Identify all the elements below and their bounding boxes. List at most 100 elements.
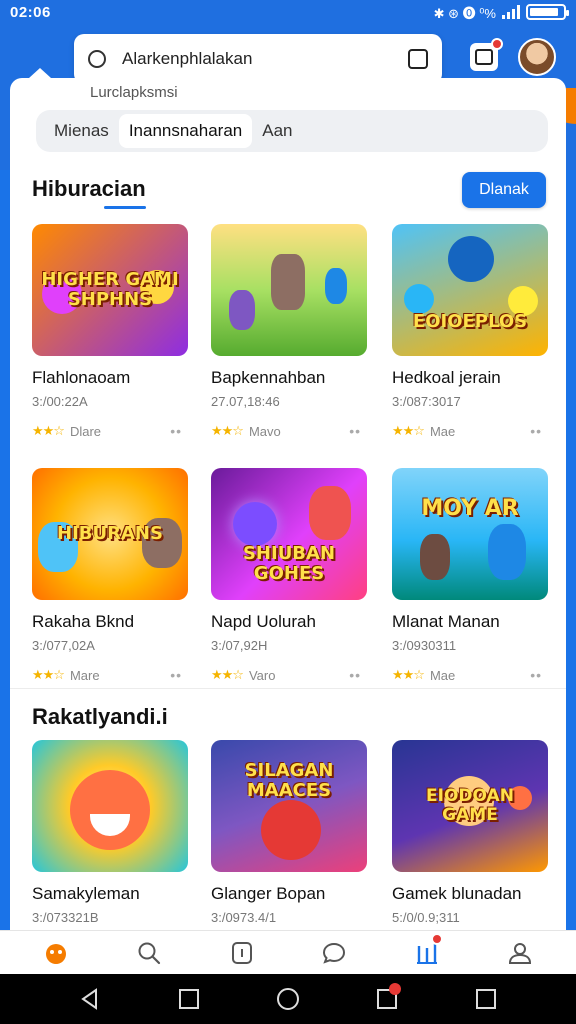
game-meta: 3:/0930311 <box>392 638 457 653</box>
section-divider <box>10 688 566 689</box>
game-name: Gamek blunadan <box>392 884 522 903</box>
rating-stars-icon: ★★☆ <box>211 667 244 682</box>
more-dots-icon[interactable]: •• <box>530 423 542 439</box>
avatar[interactable] <box>518 38 556 76</box>
profile-icon <box>508 942 531 964</box>
more-dots-icon[interactable]: •• <box>170 423 182 439</box>
rating-stars-icon: ★★☆ <box>392 423 425 438</box>
more-label: Dlare <box>69 423 102 439</box>
notification-icon <box>475 49 493 65</box>
game-thumbnail: SILAGAN MAACES <box>211 740 367 872</box>
thumb-label: EOIOEPLOS <box>412 311 528 333</box>
filter-chip-1[interactable]: Mienas <box>44 114 119 148</box>
ranking-badge <box>430 932 443 945</box>
game-tile[interactable]: HIBURANS Rakaha Bknd 3:/077,02A ★★☆ Mare… <box>32 468 188 683</box>
more-dots-icon[interactable]: •• <box>530 667 542 683</box>
rating-stars-icon: ★★☆ <box>211 423 244 438</box>
search-query: Alarkenphlalakan <box>122 49 253 68</box>
status-time: 02:06 <box>10 3 51 21</box>
game-tile[interactable]: HIGHER GAMI SHPHNS Flahlonaoam 3:/00:22A… <box>32 224 188 439</box>
nav-home[interactable] <box>36 933 76 973</box>
thumb-label: HIBURANS <box>57 523 163 545</box>
rating-stars-icon: ★★☆ <box>32 667 65 682</box>
signal-icon <box>502 5 520 19</box>
notification-badge <box>389 983 402 995</box>
header-subtitle: Lurclapksmsi <box>90 84 178 101</box>
filter-chip-3[interactable]: Aan <box>252 114 302 148</box>
game-tile[interactable]: Bapkennahban 27.07,18:46 ★★☆ Mavo •• <box>211 224 367 439</box>
more-label: Varo <box>248 667 276 683</box>
nav-ranking[interactable] <box>407 932 447 973</box>
nav-profile[interactable] <box>500 933 540 973</box>
status-icons-text: ✱ ⊛ ⓿ ⁰% <box>433 5 496 21</box>
game-meta: 3:/087:3017 <box>392 394 461 409</box>
back-button[interactable] <box>70 979 110 1019</box>
see-all-button[interactable]: Dlanak <box>462 172 546 208</box>
content-card: Lurclapksmsi Mienas Inannsnaharan Aan Hi… <box>10 78 566 973</box>
game-name: Samakyleman <box>32 884 140 903</box>
home-circle-icon <box>276 988 299 1010</box>
more-label: Mae <box>429 667 456 683</box>
tabs-icon[interactable] <box>408 49 428 69</box>
search-ring-icon <box>88 50 106 68</box>
more-label: Mare <box>69 667 100 683</box>
game-tile[interactable]: Samakyleman 3:/073321B <box>32 740 188 925</box>
thumb-label: HIGHER GAMI SHPHNS <box>41 269 179 310</box>
more-label: Mavo <box>248 423 281 439</box>
section-underline <box>104 206 146 209</box>
more-dots-icon[interactable]: •• <box>349 423 361 439</box>
game-tile[interactable]: SHIUBAN GOHES Napd Uolurah 3:/07,92H ★★☆… <box>211 468 367 683</box>
section-title-1: Hiburacian <box>32 176 146 201</box>
game-tile[interactable]: EIODOAN GAME Gamek blunadan 5:/0/0.9;311 <box>392 740 548 925</box>
app-bottom-nav <box>0 930 576 974</box>
nav-library[interactable] <box>222 933 262 973</box>
more-dots-icon[interactable]: •• <box>170 667 182 683</box>
game-meta: 3:/073321B <box>32 910 99 925</box>
battery-icon <box>526 4 569 20</box>
notification-badge <box>491 38 503 50</box>
game-tile[interactable]: SILAGAN MAACES Glanger Bopan 3:/0973.4/1 <box>211 740 367 925</box>
game-info-row: ★★☆ Mare •• <box>32 667 188 683</box>
game-name: Napd Uolurah <box>211 612 316 631</box>
game-name: Mlanat Manan <box>392 612 500 631</box>
overview-button[interactable] <box>466 979 506 1019</box>
game-thumbnail <box>32 740 188 872</box>
game-name: Rakaha Bknd <box>32 612 135 631</box>
game-info-row: ★★☆ Dlare •• <box>32 423 188 439</box>
thumb-label: EIODOAN GAME <box>426 786 514 825</box>
more-label: Mae <box>429 423 456 439</box>
game-meta: 3:/00:22A <box>32 394 88 409</box>
square-icon <box>178 989 199 1009</box>
status-bar: 02:06 ✱ ⊛ ⓿ ⁰% <box>0 0 576 24</box>
square-icon <box>476 989 497 1009</box>
notification-button[interactable] <box>470 38 503 71</box>
nav-search[interactable] <box>129 933 169 973</box>
library-icon <box>231 941 252 964</box>
game-meta: 3:/07,92H <box>211 638 268 653</box>
section-title-2: Rakatlyandi.i <box>32 704 168 729</box>
game-info-row: ★★☆ Mavo •• <box>211 423 367 439</box>
game-thumbnail: SHIUBAN GOHES <box>211 468 367 600</box>
thumb-label: SHIUBAN GOHES <box>242 543 336 584</box>
search-bar[interactable]: Alarkenphlalakan <box>74 34 442 84</box>
game-info-row: ★★☆ Varo •• <box>211 667 367 683</box>
game-info-row: ★★☆ Mae •• <box>392 667 548 683</box>
home-mascot-icon <box>46 943 67 964</box>
home-button[interactable] <box>268 979 308 1019</box>
nav-chat[interactable] <box>314 933 354 973</box>
game-meta: 3:/077,02A <box>32 638 95 653</box>
game-thumbnail <box>211 224 367 356</box>
game-name: Bapkennahban <box>211 368 326 387</box>
game-name: Glanger Bopan <box>211 884 326 903</box>
recents-button[interactable] <box>169 979 209 1019</box>
notification-shade-button[interactable] <box>367 979 407 1019</box>
game-thumbnail: EIODOAN GAME <box>392 740 548 872</box>
search-icon <box>138 942 161 964</box>
status-icons: ✱ ⊛ ⓿ ⁰% <box>433 3 569 22</box>
game-thumbnail: MOY AR <box>392 468 548 600</box>
game-tile[interactable]: MOY AR Mlanat Manan 3:/0930311 ★★☆ Mae •… <box>392 468 548 683</box>
filter-chip-2[interactable]: Inannsnaharan <box>118 114 253 148</box>
more-dots-icon[interactable]: •• <box>349 667 361 683</box>
rating-stars-icon: ★★☆ <box>392 667 425 682</box>
game-tile[interactable]: EOIOEPLOS Hedkoal jerain 3:/087:3017 ★★☆… <box>392 224 548 439</box>
